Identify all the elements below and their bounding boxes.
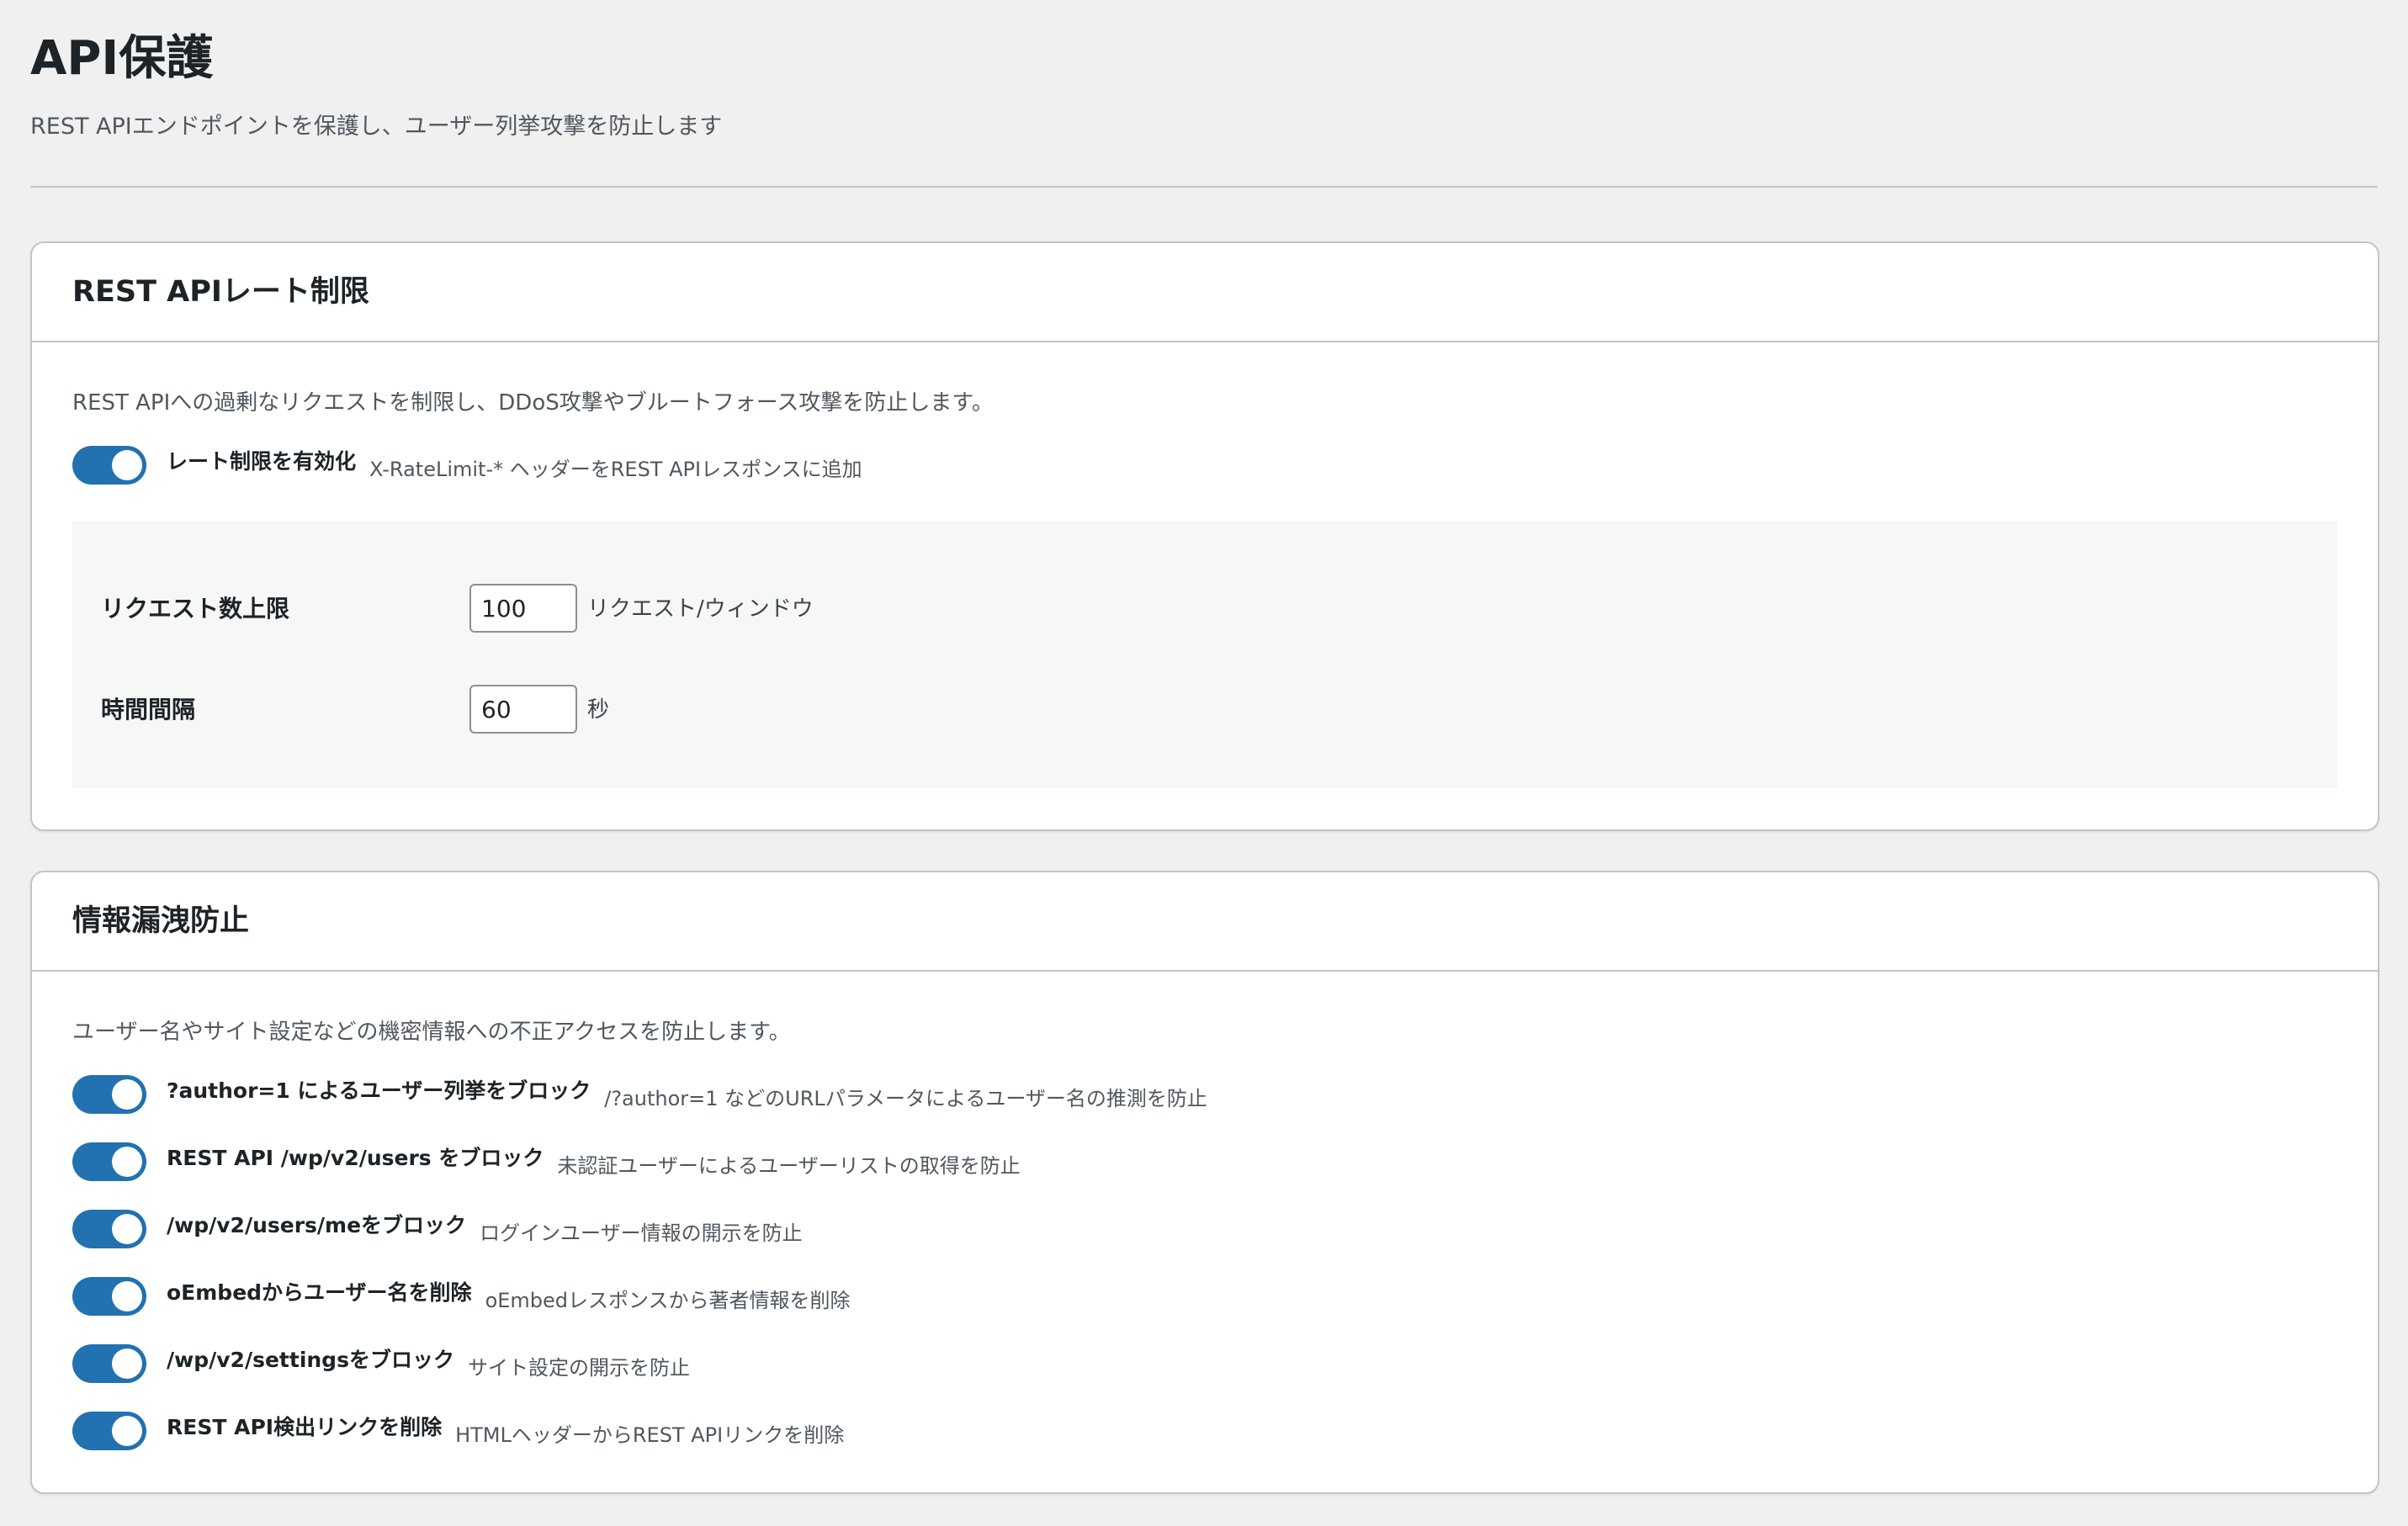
page-description: REST APIエンドポイントを保護し、ユーザー列挙攻撃を防止します — [30, 114, 723, 140]
remove-oembed-author-label[interactable]: oEmbedからユーザー名を削除 — [167, 1276, 472, 1306]
remove-oembed-author-hint: oEmbedレスポンスから著者情報を削除 — [485, 1288, 851, 1312]
page-title: API保護 — [30, 31, 214, 86]
block-settings-endpoint-label[interactable]: /wp/v2/settingsをブロック — [167, 1343, 454, 1374]
time-window-row: 時間間隔 秒 — [72, 685, 2337, 735]
time-window-label: 時間間隔 — [101, 696, 196, 723]
request-limit-input[interactable] — [469, 584, 577, 633]
rate-limit-card-header: REST APIレート制限 — [32, 243, 2378, 342]
block-users-endpoint-toggle[interactable] — [72, 1142, 146, 1181]
block-author-enum-row: ?author=1 によるユーザー列挙をブロック /?author=1 などのU… — [72, 1074, 1207, 1115]
rate-limit-card-title: REST APIレート制限 — [72, 275, 369, 309]
info-leak-description: ユーザー名やサイト設定などの機密情報への不正アクセスを防止します。 — [72, 1020, 791, 1045]
toggle-knob — [112, 1079, 142, 1110]
block-users-endpoint-hint: 未認証ユーザーによるユーザーリストの取得を防止 — [557, 1153, 1021, 1178]
block-author-enum-hint: /?author=1 などのURLパラメータによるユーザー名の推測を防止 — [604, 1086, 1207, 1110]
rate-limit-enable-row: レート制限を有効化 X-RateLimit-* ヘッダーをREST APIレスポ… — [72, 445, 862, 485]
rate-limit-card: REST APIレート制限 REST APIへの過剰なリクエストを制限し、DDo… — [30, 241, 2379, 831]
rate-limit-settings-panel: リクエスト数上限 リクエスト/ウィンドウ 時間間隔 秒 — [72, 521, 2337, 788]
block-users-me-label[interactable]: /wp/v2/users/meをブロック — [167, 1209, 466, 1239]
time-window-input[interactable] — [469, 685, 577, 734]
remove-rest-discovery-hint: HTMLヘッダーからREST APIリンクを削除 — [455, 1423, 845, 1447]
request-limit-row: リクエスト数上限 リクエスト/ウィンドウ — [72, 584, 2337, 634]
toggle-knob — [112, 1214, 142, 1244]
block-author-enum-toggle[interactable] — [72, 1075, 146, 1114]
info-leak-card: 情報漏洩防止 ユーザー名やサイト設定などの機密情報への不正アクセスを防止します。… — [30, 871, 2379, 1494]
remove-rest-discovery-toggle[interactable] — [72, 1412, 146, 1450]
block-users-me-hint: ログインユーザー情報の開示を防止 — [480, 1221, 803, 1245]
toggle-knob — [112, 1147, 142, 1177]
block-author-enum-label[interactable]: ?author=1 によるユーザー列挙をブロック — [167, 1074, 591, 1105]
toggle-knob — [112, 1281, 142, 1311]
info-leak-card-header: 情報漏洩防止 — [32, 872, 2378, 972]
request-limit-unit: リクエスト/ウィンドウ — [587, 596, 814, 622]
request-limit-label: リクエスト数上限 — [101, 595, 290, 623]
remove-rest-discovery-row: REST API検出リンクを削除 HTMLヘッダーからREST APIリンクを削… — [72, 1411, 844, 1451]
remove-oembed-author-row: oEmbedからユーザー名を削除 oEmbedレスポンスから著者情報を削除 — [72, 1276, 851, 1317]
remove-rest-discovery-label[interactable]: REST API検出リンクを削除 — [167, 1411, 442, 1441]
block-settings-endpoint-row: /wp/v2/settingsをブロック サイト設定の開示を防止 — [72, 1343, 690, 1384]
block-users-endpoint-label[interactable]: REST API /wp/v2/users をブロック — [167, 1142, 544, 1172]
rate-limit-description: REST APIへの過剰なリクエストを制限し、DDoS攻撃やブルートフォース攻撃… — [72, 390, 994, 416]
time-window-unit: 秒 — [587, 697, 610, 723]
block-users-endpoint-row: REST API /wp/v2/users をブロック 未認証ユーザーによるユー… — [72, 1142, 1021, 1182]
toggle-knob — [112, 1348, 142, 1379]
block-settings-endpoint-hint: サイト設定の開示を防止 — [467, 1355, 690, 1380]
block-users-me-toggle[interactable] — [72, 1210, 146, 1248]
block-users-me-row: /wp/v2/users/meをブロック ログインユーザー情報の開示を防止 — [72, 1209, 803, 1249]
info-leak-card-title: 情報漏洩防止 — [72, 904, 250, 938]
rate-limit-enable-hint: X-RateLimit-* ヘッダーをREST APIレスポンスに追加 — [369, 457, 862, 481]
remove-oembed-author-toggle[interactable] — [72, 1277, 146, 1316]
block-settings-endpoint-toggle[interactable] — [72, 1344, 146, 1383]
rate-limit-enable-toggle[interactable] — [72, 446, 146, 485]
title-divider — [30, 186, 2378, 188]
rate-limit-enable-label[interactable]: レート制限を有効化 — [167, 445, 356, 475]
toggle-knob — [112, 450, 142, 480]
toggle-knob — [112, 1416, 142, 1446]
